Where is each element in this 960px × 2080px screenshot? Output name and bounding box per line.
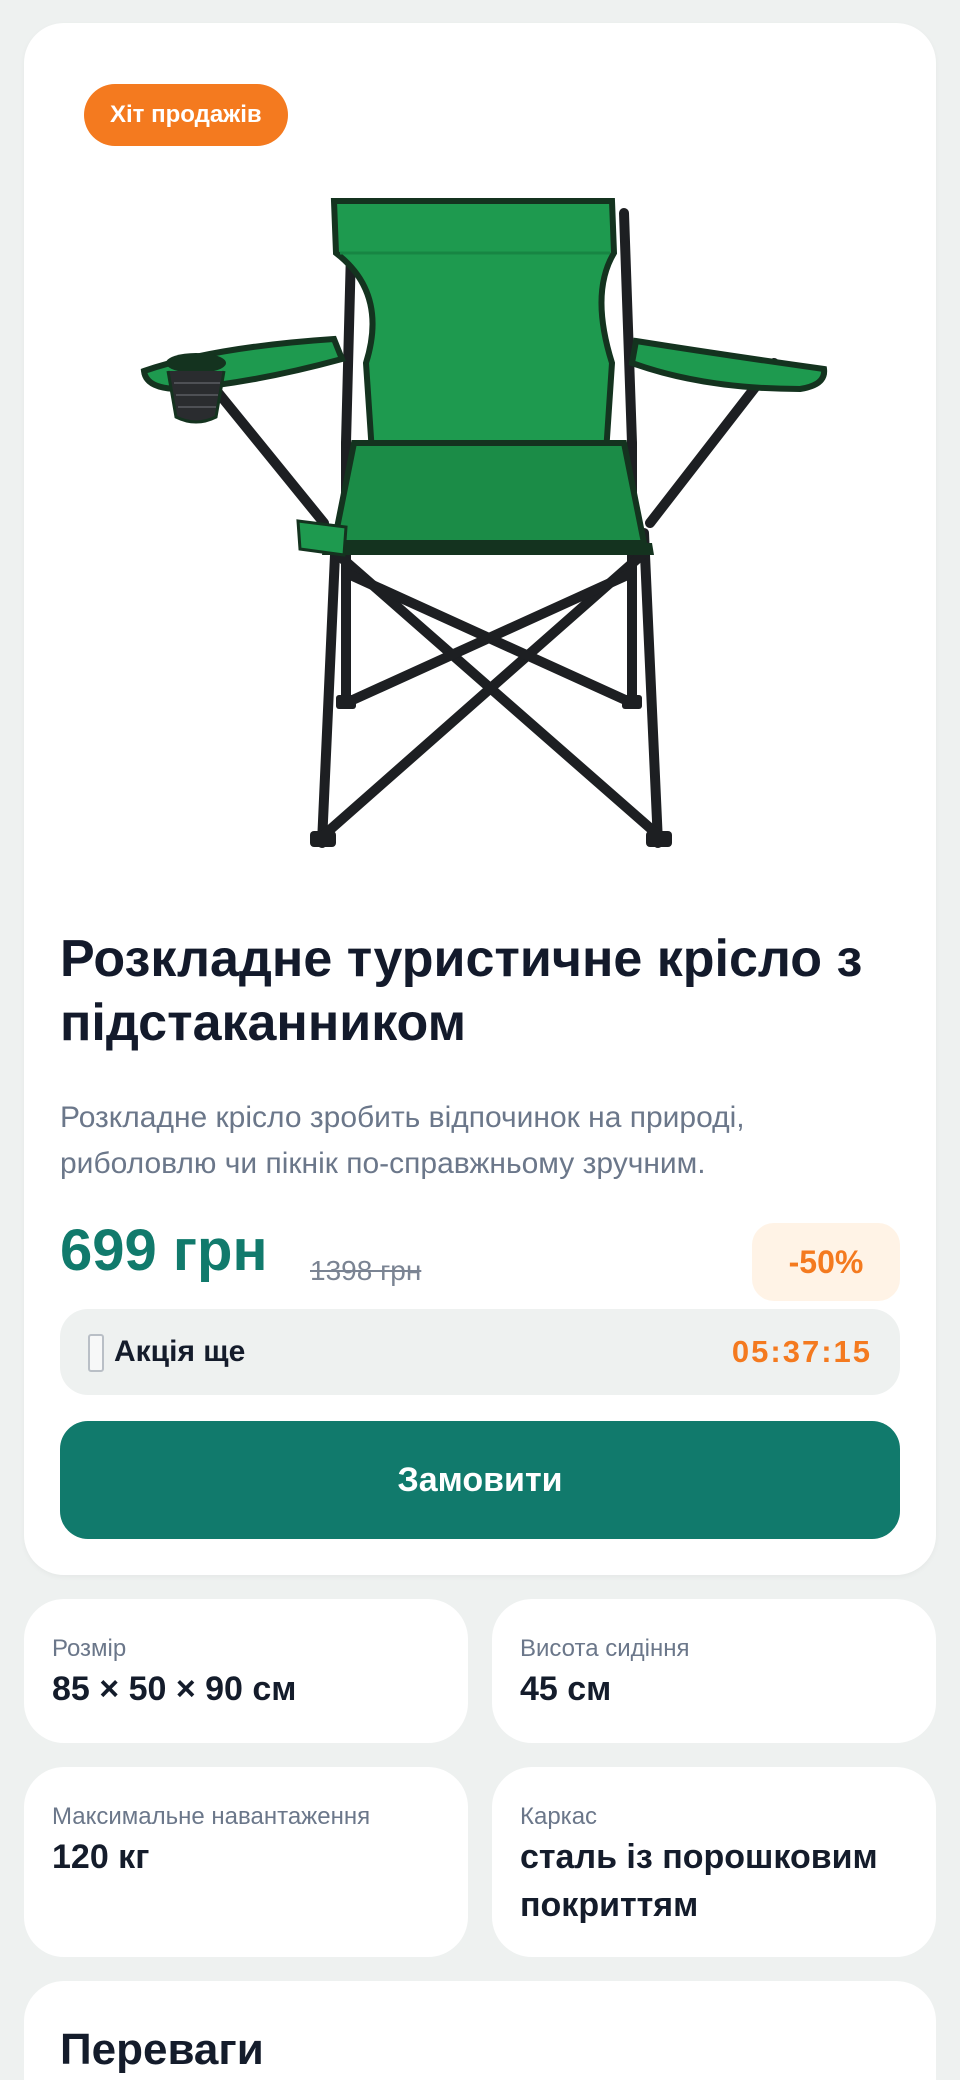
spec-card-max-load: Максимальне навантаження 120 кг: [24, 1767, 468, 1957]
page: Хіт продажів Розкладне туристичне крісло…: [0, 0, 960, 2080]
product-title: Розкладне туристичне крісло з підстаканн…: [60, 930, 863, 1052]
spec-value: сталь із порошковим покриттям: [520, 1838, 878, 1924]
product-description: Розкладне крісло зробить відпочинок на п…: [60, 1101, 745, 1180]
order-button[interactable]: Замовити: [60, 1421, 900, 1539]
spec-label: Висота сидіння: [520, 1635, 690, 1662]
spec-label: Розмір: [52, 1635, 127, 1662]
spec-value: 45 см: [520, 1670, 612, 1708]
old-price: 1398 грн: [310, 1255, 422, 1286]
discount-badge: -50%: [752, 1223, 900, 1301]
timer-countdown: 05:37:15: [731, 1334, 872, 1369]
timer-icon: [88, 1334, 104, 1372]
bestseller-badge: Хіт продажів: [84, 84, 288, 146]
spec-card-frame: Каркас сталь із порошковим покриттям: [492, 1767, 936, 1957]
spec-card-seat-height: Висота сидіння 45 см: [492, 1599, 936, 1743]
advantages-title: Переваги: [60, 2025, 264, 2074]
spec-card-size: Розмір 85 × 50 × 90 см: [24, 1599, 468, 1743]
product-card: Хіт продажів Розкладне туристичне крісло…: [24, 23, 936, 1575]
promo-timer: Акція ще 05:37:15: [60, 1309, 900, 1395]
chair-illustration: [140, 198, 828, 848]
price-row: 699 грн 1398 грн -50%: [60, 1201, 900, 1301]
product-image: [84, 103, 876, 883]
current-price: 699 грн: [60, 1218, 268, 1283]
timer-label: Акція ще: [114, 1335, 246, 1368]
spec-label: Каркас: [520, 1803, 598, 1830]
advantages-section: Переваги: [24, 1981, 936, 2080]
spec-value: 85 × 50 × 90 см: [52, 1670, 297, 1708]
spec-value: 120 кг: [52, 1838, 150, 1876]
spec-label: Максимальне навантаження: [52, 1803, 371, 1830]
